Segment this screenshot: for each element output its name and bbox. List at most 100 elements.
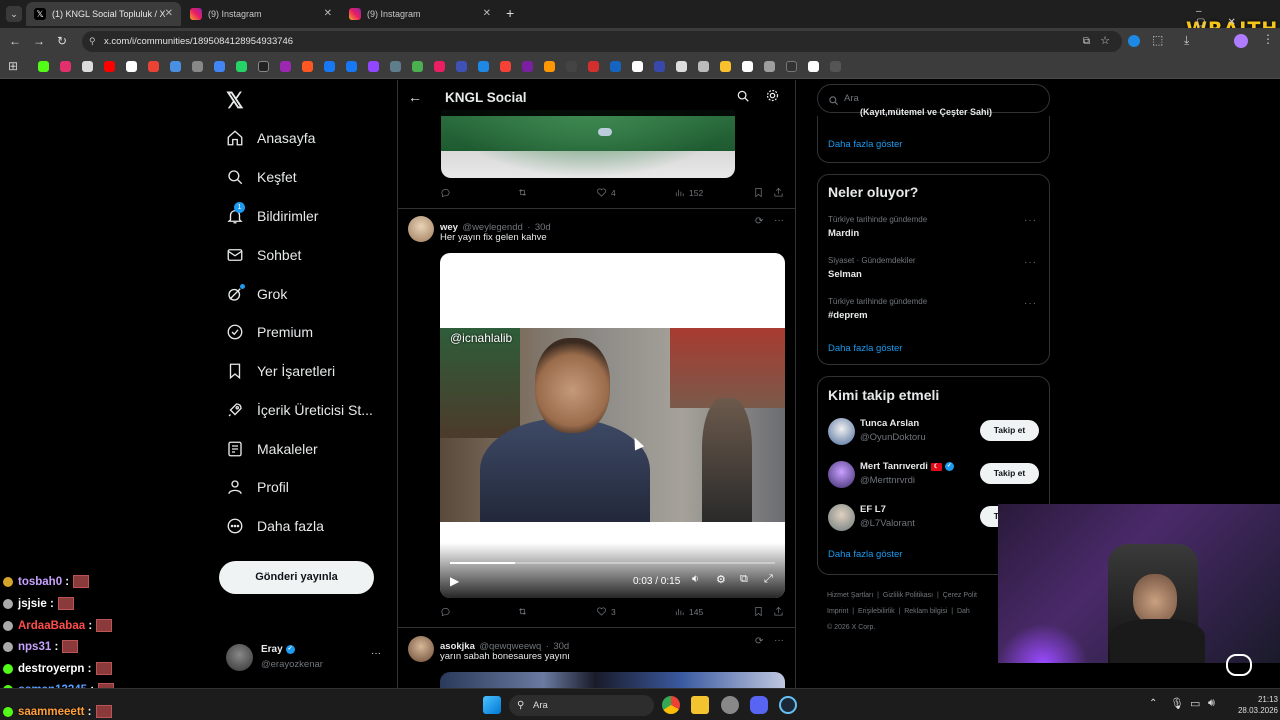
download-icon[interactable]: ⤓ (1184, 33, 1189, 48)
tweet-more-icon[interactable]: ··· (774, 215, 784, 226)
sidebar-item-explore[interactable]: Keşfet (226, 162, 297, 192)
instagram-bookmark-icon[interactable] (60, 61, 71, 72)
reload-icon[interactable]: ↻ (57, 33, 67, 49)
bookmark-icon[interactable] (544, 61, 555, 72)
footer-link[interactable]: Hizmet Şartları (827, 592, 873, 599)
twitch-bookmark-icon[interactable] (368, 61, 379, 72)
bookmark-star-icon[interactable]: ☆ (1100, 31, 1110, 52)
chat-bubble-icon[interactable] (1226, 654, 1252, 676)
bookmark-icon[interactable] (170, 61, 181, 72)
bookmark-icon[interactable] (588, 61, 599, 72)
like-button[interactable]: 3 (596, 606, 616, 617)
retweet-button[interactable] (517, 187, 532, 198)
views-button[interactable]: 152 (674, 187, 703, 198)
grok-explain-icon[interactable]: ⟳ (755, 636, 763, 647)
new-tab-button[interactable]: + (506, 5, 514, 21)
bookmark-icon[interactable] (808, 61, 819, 72)
avatar[interactable] (828, 504, 855, 531)
footer-link[interactable]: Erişilebilirlik (858, 608, 895, 615)
avatar[interactable] (828, 461, 855, 488)
trend-more-icon[interactable]: ··· (1024, 257, 1037, 268)
account-switcher[interactable]: Eray ✓ @erayozkenar ··· (226, 642, 386, 674)
bookmark-icon[interactable] (522, 61, 533, 72)
suggestion-name[interactable]: EF L7 (860, 504, 886, 515)
bookmark-icon[interactable] (412, 61, 423, 72)
chrome-icon[interactable] (662, 696, 680, 714)
taskbar-search[interactable]: ⚲ Ara (509, 695, 654, 716)
apps-grid-icon[interactable]: ⊞ (8, 59, 18, 73)
footer-link[interactable]: Gizlilik Politikası (883, 592, 933, 599)
video-progress-track[interactable] (450, 562, 775, 564)
tab-instagram-2[interactable]: (9) Instagram ✕ (341, 2, 499, 26)
bookmark-icon[interactable] (830, 61, 841, 72)
bookmark-icon[interactable] (258, 61, 269, 72)
footer-link[interactable]: Çerez Polit (943, 592, 977, 599)
extension-icon[interactable] (1128, 35, 1140, 47)
sidebar-item-notifications[interactable]: 1 Bildirimler (226, 201, 318, 231)
close-icon[interactable]: ✕ (483, 2, 491, 26)
follow-button[interactable]: Takip et (980, 420, 1039, 441)
bookmark-icon[interactable] (280, 61, 291, 72)
bookmark-icon[interactable] (764, 61, 775, 72)
post-button[interactable]: Gönderi yayınla (219, 561, 374, 594)
bookmark-icon[interactable] (478, 61, 489, 72)
bookmark-icon[interactable] (742, 61, 753, 72)
url-field[interactable]: ⚲ x.com/i/communities/189508412895493374… (82, 31, 1122, 52)
whatsapp-bookmark-icon[interactable] (236, 61, 247, 72)
volume-icon[interactable]: 🔊︎ (1208, 697, 1215, 710)
bookmark-icon[interactable] (698, 61, 709, 72)
bookmark-icon[interactable] (390, 61, 401, 72)
footer-link[interactable]: Dah (957, 608, 970, 615)
sidebar-item-messages[interactable]: Sohbet (226, 240, 301, 270)
tab-x-community[interactable]: 𝕏 (1) KNGL Social Topluluk / X ✕ (26, 2, 181, 26)
sidebar-item-premium[interactable]: Premium (226, 317, 313, 347)
reply-button[interactable] (440, 187, 455, 198)
bookmark-icon[interactable] (324, 61, 335, 72)
bookmark-icon[interactable] (654, 61, 665, 72)
footer-link[interactable]: Imprint (827, 608, 848, 615)
youtube-bookmark-icon[interactable] (104, 61, 115, 72)
sidebar-item-grok[interactable]: Grok (226, 279, 287, 309)
reply-button[interactable] (440, 606, 455, 617)
bookmark-icon[interactable] (302, 61, 313, 72)
trend-more-icon[interactable]: ··· (1024, 215, 1037, 226)
avatar[interactable] (408, 216, 434, 242)
tweet-image[interactable] (441, 110, 735, 178)
share-button[interactable] (773, 187, 788, 198)
video-player[interactable]: @icnahlalib ▶ 0:03 / 0:15 🔉︎ ⚙ ⧉ ⤢ (440, 253, 785, 598)
bookmark-icon[interactable] (676, 61, 687, 72)
menu-icon[interactable]: ⋮ (1262, 32, 1274, 46)
bookmark-icon[interactable] (434, 61, 445, 72)
x-bookmark-icon[interactable] (82, 61, 93, 72)
x-logo-icon[interactable]: 𝕏 (226, 88, 244, 114)
sidebar-item-home[interactable]: Anasayfa (226, 123, 315, 153)
bookmark-button[interactable] (753, 187, 768, 198)
bookmark-icon[interactable] (610, 61, 621, 72)
bookmark-icon[interactable] (566, 61, 577, 72)
bookmark-icon[interactable] (192, 61, 203, 72)
window-controls[interactable]: –▢✕ (1196, 6, 1280, 28)
forward-icon[interactable]: → (33, 33, 45, 49)
share-button[interactable] (773, 606, 788, 617)
video-settings-icon[interactable]: ⚙ (716, 573, 726, 586)
gmail-bookmark-icon[interactable] (148, 61, 159, 72)
fullscreen-icon[interactable]: ⤢ (764, 573, 773, 586)
bookmark-icon[interactable] (456, 61, 467, 72)
translate-bookmark-icon[interactable] (214, 61, 225, 72)
sidebar-item-creator-studio[interactable]: İçerik Üreticisi St... (226, 395, 373, 425)
show-more-link[interactable]: Daha fazla göster (828, 343, 902, 354)
discord-icon[interactable] (750, 696, 768, 714)
site-info-icon[interactable]: ⚲ (89, 31, 96, 52)
close-icon[interactable]: ✕ (324, 2, 332, 26)
bookmark-icon[interactable] (632, 61, 643, 72)
suggestion-name[interactable]: Tunca Arslan (860, 418, 919, 429)
grok-explain-icon[interactable]: ⟳ (755, 216, 763, 227)
suggestion-name[interactable]: Mert Tanrıverdi ☾ ✓ (860, 461, 954, 472)
close-icon[interactable]: ✕ (165, 2, 173, 26)
show-more-link[interactable]: Daha fazla göster (828, 549, 902, 560)
sidebar-item-articles[interactable]: Makaleler (226, 434, 318, 464)
file-explorer-icon[interactable] (691, 696, 709, 714)
pip-icon[interactable]: ⧉ (740, 573, 748, 586)
bookmark-button[interactable] (753, 606, 768, 617)
follow-button[interactable]: Takip et (980, 463, 1039, 484)
